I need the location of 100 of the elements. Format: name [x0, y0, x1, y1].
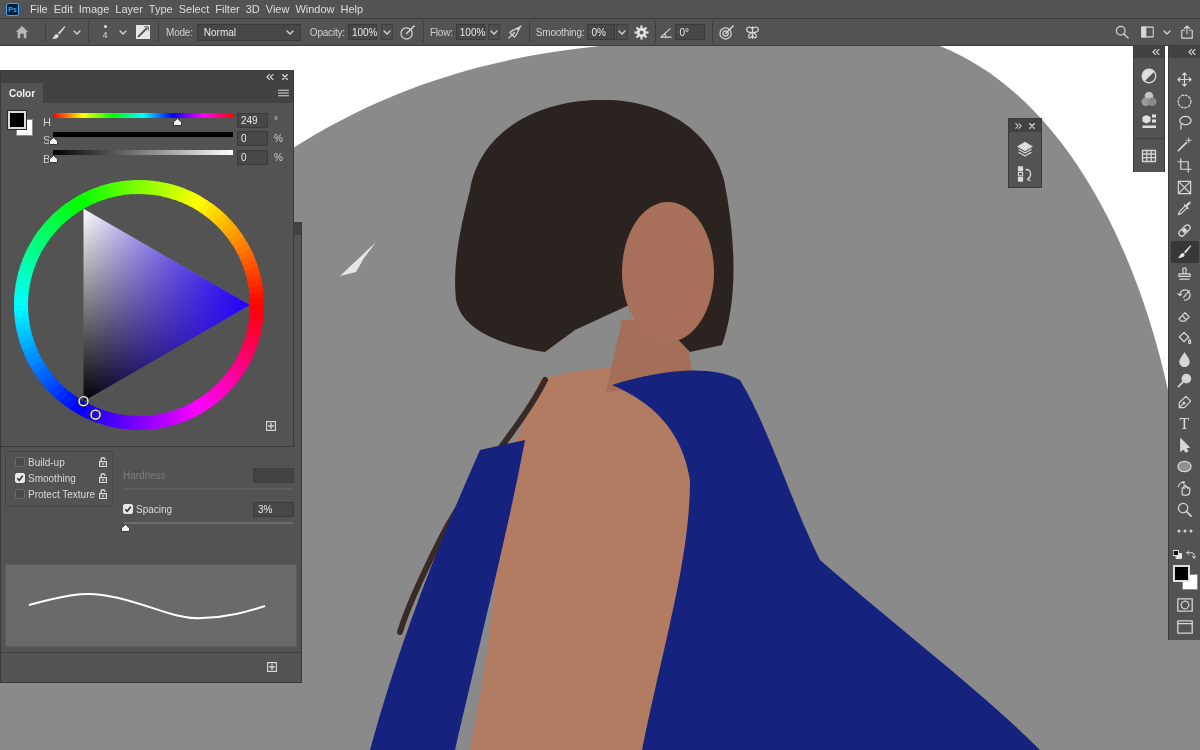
- close-icon[interactable]: [282, 74, 288, 80]
- unit-label: °: [274, 113, 278, 128]
- foreground-color-swatch[interactable]: [1173, 565, 1190, 582]
- half-circle-icon[interactable]: [1141, 68, 1157, 84]
- checkbox-label: Protect Texture: [28, 487, 96, 502]
- slider-thumb[interactable]: [121, 524, 131, 532]
- history-brush-icon: [1177, 287, 1192, 303]
- checkbox[interactable]: [15, 457, 25, 467]
- slider-thumb[interactable]: [48, 136, 58, 145]
- menu-item[interactable]: Image: [78, 1, 110, 17]
- slider-label: B: [43, 151, 52, 167]
- flow-field[interactable]: 100%: [455, 24, 485, 40]
- share-icon[interactable]: [1180, 25, 1194, 39]
- swap-colors-icon[interactable]: [1186, 549, 1196, 559]
- brush-preset-picker[interactable]: 4: [99, 20, 111, 44]
- menu-item[interactable]: Filter: [215, 1, 240, 17]
- eyedropper-icon: [1177, 201, 1192, 217]
- screen-mode-icon[interactable]: [1176, 620, 1193, 634]
- caret-icon: [73, 29, 81, 35]
- collapse-icon[interactable]: [266, 74, 274, 80]
- menu-item[interactable]: Layer: [115, 1, 143, 17]
- value-field[interactable]: 0: [237, 131, 268, 147]
- lock-icon[interactable]: [99, 473, 107, 483]
- caret-icon: [285, 29, 294, 35]
- lollipop-icon: [1177, 373, 1192, 389]
- foreground-color-swatch[interactable]: [8, 111, 26, 129]
- menu-item[interactable]: File: [30, 1, 48, 17]
- menu-icon[interactable]: [278, 89, 289, 97]
- plus-square-icon[interactable]: [267, 661, 277, 672]
- caret-icon: [382, 29, 391, 35]
- home-icon[interactable]: [15, 25, 29, 39]
- cube-list-icon[interactable]: [1141, 113, 1157, 129]
- collapse-icon[interactable]: [1152, 49, 1160, 55]
- bandage-icon: [1177, 222, 1192, 238]
- field-label: Opacity:: [309, 25, 345, 40]
- menu-item[interactable]: Type: [148, 1, 173, 17]
- hue-slider-track[interactable]: [53, 111, 233, 126]
- checkbox[interactable]: [15, 489, 25, 499]
- caret-icon: [119, 29, 127, 35]
- lock-icon[interactable]: [99, 489, 107, 499]
- workspace-icon[interactable]: [1141, 26, 1154, 38]
- airbrush-icon[interactable]: [506, 24, 522, 40]
- hand-icon: [1177, 480, 1192, 496]
- menu-item[interactable]: Select: [178, 1, 210, 17]
- quick-mask-icon[interactable]: [1176, 598, 1193, 612]
- lasso-icon: [1177, 115, 1192, 131]
- type-tool[interactable]: T: [1170, 413, 1199, 435]
- spacing-slider-track[interactable]: [124, 521, 293, 533]
- smoothing-field[interactable]: 0%: [587, 24, 616, 40]
- zoom-icon: [1177, 502, 1192, 518]
- dropdown-button[interactable]: [487, 24, 500, 40]
- layers-icon[interactable]: [1017, 141, 1033, 157]
- dropdown-button[interactable]: [616, 24, 629, 40]
- field-label: Mode:: [166, 25, 193, 40]
- squares-arrow-icon[interactable]: [1017, 166, 1033, 182]
- hue-ring-handle[interactable]: [89, 408, 102, 421]
- grid-icon[interactable]: [1141, 149, 1157, 163]
- menu-item[interactable]: View: [265, 1, 290, 17]
- panel-tab[interactable]: Color: [1, 83, 44, 103]
- dashed-circle-icon: [1177, 93, 1192, 109]
- plus-square-icon[interactable]: [266, 421, 276, 431]
- drop-icon: [1177, 351, 1192, 367]
- overlapping-circles-icon[interactable]: [1141, 90, 1157, 107]
- more-icon: [1176, 529, 1193, 534]
- close-icon[interactable]: [1029, 122, 1035, 129]
- crossed-frame-icon: [1177, 179, 1192, 195]
- search-icon[interactable]: [1115, 25, 1129, 39]
- checkbox-label: Build-up: [28, 455, 65, 470]
- pen-circle-icon[interactable]: [399, 24, 415, 40]
- stamp-icon: [1177, 265, 1192, 281]
- unit-label: %: [274, 150, 283, 165]
- default-colors-icon[interactable]: [1173, 549, 1182, 559]
- mode-dropdown[interactable]: Normal: [196, 23, 301, 41]
- menu-item[interactable]: 3D: [245, 1, 260, 17]
- settings-icon[interactable]: [634, 24, 650, 40]
- dropdown-button[interactable]: [380, 24, 393, 40]
- pen-nib-icon: [1177, 394, 1192, 410]
- value-field[interactable]: 249: [237, 112, 268, 128]
- color-picker-handle[interactable]: [77, 394, 90, 407]
- value-field[interactable]: 0: [237, 149, 268, 165]
- target-pen-icon[interactable]: [719, 24, 735, 40]
- brush-icon[interactable]: [51, 24, 66, 40]
- angle-icon: [660, 26, 673, 38]
- brush-tool[interactable]: [1170, 241, 1199, 263]
- spacing-field[interactable]: 3%: [253, 501, 294, 517]
- paint-bucket-icon: [1177, 330, 1192, 346]
- brush-tip-icon: [103, 24, 107, 28]
- butterfly-icon[interactable]: [745, 24, 761, 40]
- angle-field[interactable]: 0°: [675, 24, 706, 40]
- expand-icon[interactable]: [1015, 122, 1022, 129]
- unit-label: %: [274, 132, 283, 147]
- slider-thumb[interactable]: [48, 155, 58, 163]
- menu-item[interactable]: Edit: [53, 1, 73, 17]
- menu-item[interactable]: Help: [340, 1, 364, 17]
- brush-panel-icon[interactable]: [136, 25, 150, 39]
- menu-item[interactable]: Window: [295, 1, 335, 17]
- caret-icon: [1163, 29, 1171, 35]
- collapse-icon[interactable]: [1188, 49, 1196, 55]
- opacity-field[interactable]: 100%: [347, 24, 377, 40]
- lock-icon[interactable]: [99, 457, 107, 467]
